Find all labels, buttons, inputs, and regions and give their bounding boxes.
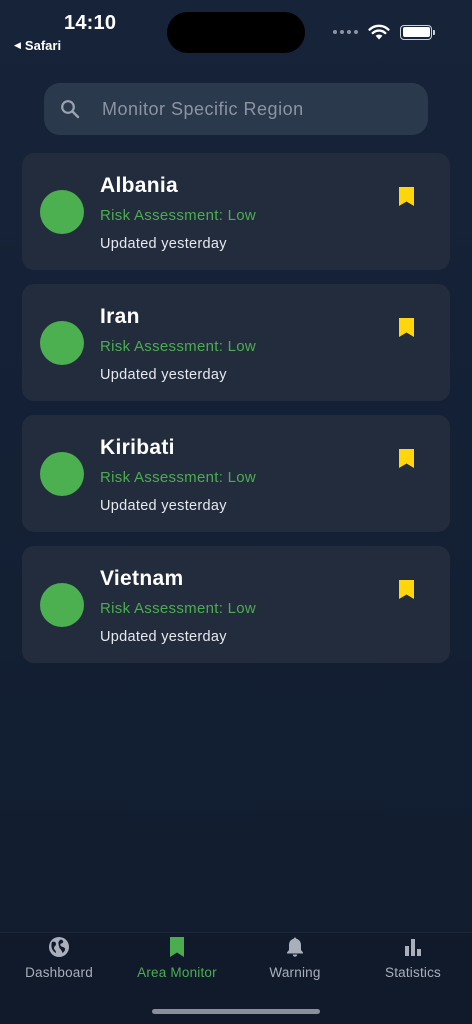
bookmark-icon[interactable] bbox=[398, 186, 415, 207]
tab-label-dashboard: Dashboard bbox=[25, 965, 93, 980]
risk-assessment: Risk Assessment: Low bbox=[100, 207, 257, 224]
home-indicator[interactable] bbox=[152, 1009, 320, 1014]
tab-area-monitor[interactable]: Area Monitor bbox=[118, 933, 236, 993]
bookmark-icon bbox=[170, 937, 184, 957]
area-monitor-screen: 14:10 ◀ Safari Albania Risk Assessment: L… bbox=[0, 0, 472, 1024]
tab-dashboard[interactable]: Dashboard bbox=[0, 933, 118, 993]
globe-icon bbox=[49, 937, 69, 957]
region-name: Vietnam bbox=[100, 567, 184, 590]
risk-assessment: Risk Assessment: Low bbox=[100, 338, 257, 355]
search-icon bbox=[61, 100, 80, 119]
risk-assessment: Risk Assessment: Low bbox=[100, 469, 257, 486]
tab-label-warning: Warning bbox=[269, 965, 321, 980]
region-name: Iran bbox=[100, 305, 140, 328]
tab-warning[interactable]: Warning bbox=[236, 933, 354, 993]
updated-time: Updated yesterday bbox=[100, 498, 227, 514]
updated-time: Updated yesterday bbox=[100, 367, 227, 383]
bar-chart-icon bbox=[405, 939, 421, 956]
tab-statistics[interactable]: Statistics bbox=[354, 933, 472, 993]
tab-label-area-monitor: Area Monitor bbox=[137, 965, 217, 980]
back-arrow-icon: ◀ bbox=[14, 40, 21, 50]
bell-icon bbox=[287, 937, 303, 957]
bookmark-icon[interactable] bbox=[398, 448, 415, 469]
battery-icon bbox=[400, 24, 435, 40]
region-card[interactable]: Iran Risk Assessment: Low Updated yesterda… bbox=[22, 284, 450, 401]
risk-assessment: Risk Assessment: Low bbox=[100, 600, 257, 617]
updated-time: Updated yesterday bbox=[100, 629, 227, 645]
region-card[interactable]: Albania Risk Assessment: Low Updated yeste… bbox=[22, 153, 450, 270]
bookmark-icon[interactable] bbox=[398, 317, 415, 338]
region-list: Albania Risk Assessment: Low Updated yeste… bbox=[22, 153, 450, 677]
risk-status-indicator bbox=[40, 583, 84, 627]
updated-time: Updated yesterday bbox=[100, 236, 227, 252]
risk-status-indicator bbox=[40, 190, 84, 234]
risk-status-indicator bbox=[40, 321, 84, 365]
region-name: Kiribati bbox=[100, 436, 175, 459]
dynamic-island bbox=[167, 12, 305, 53]
back-to-safari[interactable]: ◀ Safari bbox=[14, 38, 61, 53]
status-time: 14:10 bbox=[64, 12, 117, 34]
region-card[interactable]: Vietnam Risk Assessment: Low Updated yeste… bbox=[22, 546, 450, 663]
region-card[interactable]: Kiribati Risk Assessment: Low Updated yest… bbox=[22, 415, 450, 532]
region-search-bar[interactable] bbox=[44, 83, 428, 135]
status-indicators bbox=[333, 24, 435, 40]
wifi-icon bbox=[368, 24, 390, 40]
back-label: Safari bbox=[24, 38, 62, 53]
bookmark-icon[interactable] bbox=[398, 579, 415, 600]
risk-status-indicator bbox=[40, 452, 84, 496]
region-name: Albania bbox=[100, 174, 178, 197]
search-input[interactable] bbox=[102, 83, 412, 135]
cellular-signal-icon bbox=[333, 30, 358, 34]
tab-label-statistics: Statistics bbox=[384, 965, 441, 980]
